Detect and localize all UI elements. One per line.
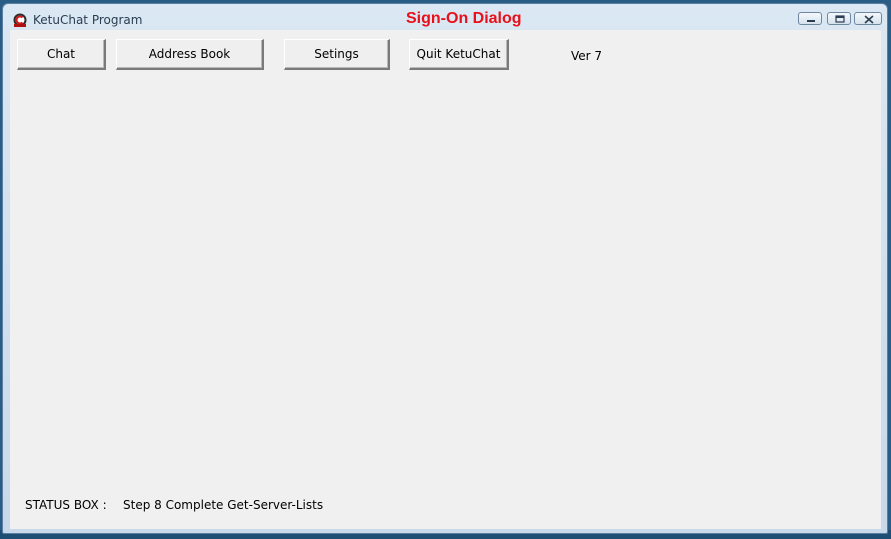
quit-button[interactable]: Quit KetuChat [409, 39, 509, 70]
ketuchat-app-icon[interactable] [13, 12, 27, 27]
dialog-title: Sign-On Dialog [406, 10, 522, 27]
status-message: Step 8 Complete Get-Server-Lists [123, 498, 324, 512]
version-label: Ver 7 [571, 49, 603, 63]
close-button[interactable] [854, 12, 882, 25]
main-window: KetuChat Program Sign-On Dialog Chat Add… [2, 3, 888, 534]
close-icon [864, 15, 874, 24]
window-title: KetuChat Program [33, 13, 143, 27]
minimize-button[interactable] [798, 12, 822, 25]
chat-button[interactable]: Chat [17, 39, 106, 70]
title-bar[interactable]: KetuChat Program Sign-On Dialog [3, 4, 887, 30]
client-area: Chat Address Book Setings Quit KetuChat … [10, 30, 881, 529]
minimize-icon [807, 20, 815, 22]
status-box-label: STATUS BOX : [25, 498, 107, 512]
maximize-icon [835, 15, 845, 23]
address-book-button[interactable]: Address Book [116, 39, 264, 70]
settings-button[interactable]: Setings [284, 39, 390, 70]
maximize-button[interactable] [827, 12, 851, 25]
